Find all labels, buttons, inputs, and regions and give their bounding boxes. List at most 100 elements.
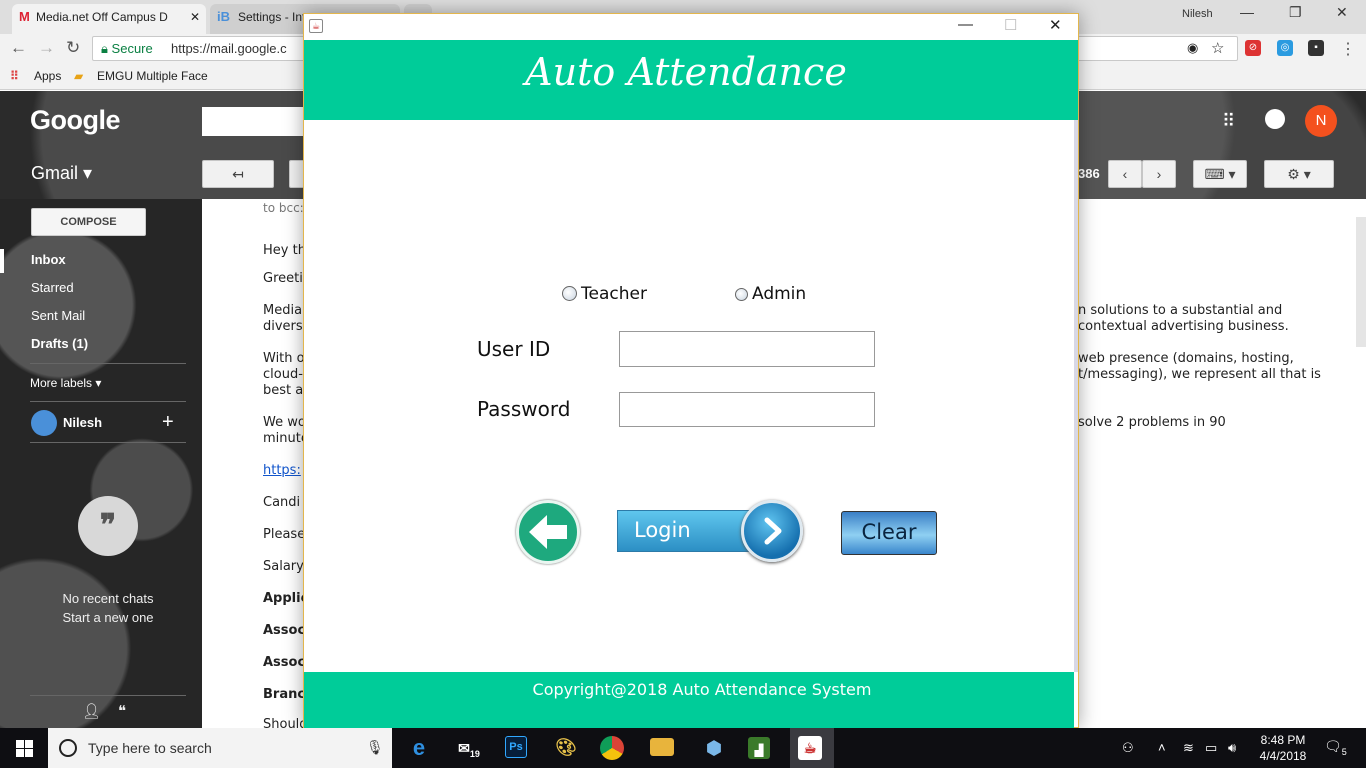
- taskbar-search-input[interactable]: Type here to search 🎙︎: [48, 728, 392, 768]
- gear-icon[interactable]: ⚙ ▾: [1264, 160, 1334, 188]
- login-arrow-button[interactable]: [741, 500, 803, 562]
- teacher-radio[interactable]: Teacher: [562, 284, 647, 304]
- email-text: Hey th: [263, 243, 306, 258]
- sidebar-item-more-labels[interactable]: More labels ▾: [30, 376, 101, 390]
- gmail-search-input[interactable]: [202, 107, 312, 136]
- tab-favicon-icon: iB: [217, 9, 230, 24]
- paint-icon[interactable]: 🎨︎: [552, 734, 580, 762]
- back-icon[interactable]: ←: [10, 38, 27, 58]
- extension-icon[interactable]: ▪: [1308, 40, 1324, 56]
- edge-icon[interactable]: e: [405, 734, 433, 762]
- url-text[interactable]: https://mail.google.c: [171, 41, 287, 56]
- user-name[interactable]: Nilesh: [63, 415, 102, 430]
- chrome-icon[interactable]: [600, 736, 624, 760]
- restore-icon[interactable]: ❐: [1289, 4, 1302, 21]
- email-text: minute: [263, 431, 309, 446]
- folder-icon: ▰: [74, 69, 84, 83]
- menu-icon[interactable]: ⋮: [1340, 39, 1356, 59]
- extension-icon[interactable]: ◎: [1277, 40, 1293, 56]
- chevron-up-icon[interactable]: ˄: [1158, 740, 1166, 755]
- compose-button[interactable]: COMPOSE: [31, 208, 146, 236]
- photoshop-icon[interactable]: Ps: [505, 736, 527, 758]
- gmail-favicon-icon: M: [19, 9, 30, 24]
- admin-radio[interactable]: Admin: [735, 284, 806, 304]
- login-button[interactable]: Login: [617, 500, 803, 564]
- email-text: With o: [263, 351, 305, 366]
- volume-icon[interactable]: 🔊︎: [1228, 740, 1236, 756]
- app-titlebar[interactable]: ☕︎ — ☐ ✕: [304, 14, 1078, 40]
- mail-icon[interactable]: ✉19: [455, 734, 483, 762]
- bookmark-apps[interactable]: Apps: [34, 69, 61, 83]
- clear-button[interactable]: Clear: [841, 511, 937, 555]
- chart-app-icon[interactable]: ▟: [748, 737, 770, 759]
- user-id-input[interactable]: [619, 331, 875, 367]
- battery-icon[interactable]: ▭: [1205, 740, 1217, 756]
- sidebar-item-starred[interactable]: Starred: [31, 280, 74, 295]
- profile-name[interactable]: Nilesh: [1182, 8, 1213, 20]
- keyboard-icon[interactable]: ⌨ ▾: [1193, 160, 1247, 188]
- avatar[interactable]: N: [1305, 105, 1337, 137]
- chat-bubble-icon[interactable]: ❝: [118, 702, 126, 720]
- secure-badge[interactable]: 🔒︎ Secure: [101, 41, 153, 57]
- people-icon[interactable]: ⚇: [1122, 740, 1134, 756]
- star-icon[interactable]: ☆: [1211, 39, 1224, 57]
- tab-medianet[interactable]: M Media.net Off Campus D ✕: [12, 4, 206, 34]
- person-icon[interactable]: 👤︎: [82, 702, 101, 720]
- eye-icon[interactable]: ◉: [1187, 40, 1198, 56]
- bell-icon[interactable]: [1265, 109, 1285, 129]
- java-icon: ☕︎: [309, 19, 323, 33]
- wifi-icon[interactable]: ≋: [1183, 740, 1194, 756]
- sidebar-item-inbox[interactable]: Inbox: [31, 252, 66, 267]
- email-text: contextual advertising business.: [1078, 319, 1289, 334]
- add-icon[interactable]: +: [162, 411, 174, 434]
- divider: [30, 401, 186, 402]
- microphone-icon[interactable]: 🎙︎: [366, 739, 384, 756]
- sidebar-item-drafts[interactable]: Drafts (1): [31, 336, 88, 351]
- close-window-icon[interactable]: ✕: [1049, 16, 1062, 34]
- start-new-chat-link[interactable]: Start a new one: [0, 608, 216, 627]
- file-explorer-icon[interactable]: [650, 738, 674, 756]
- no-chats-text: No recent chats: [62, 591, 154, 606]
- radio-circle-icon[interactable]: [735, 288, 748, 301]
- reload-icon[interactable]: ↻: [66, 38, 80, 58]
- close-icon[interactable]: ✕: [190, 4, 200, 30]
- bookmark-emgu[interactable]: EMGU Multiple Face: [97, 69, 208, 83]
- user-avatar[interactable]: [31, 410, 57, 436]
- tab-title: Settings - Int: [238, 10, 306, 24]
- email-text: Assoc: [263, 623, 306, 638]
- maximize-icon[interactable]: ☐: [1004, 16, 1017, 34]
- extension-icon[interactable]: ⊘: [1245, 40, 1261, 56]
- email-text: cloud-: [263, 367, 303, 382]
- back-button[interactable]: [516, 500, 580, 564]
- minimize-icon[interactable]: —: [958, 16, 973, 33]
- active-marker: [0, 249, 4, 273]
- google-logo[interactable]: Google: [30, 105, 121, 136]
- apps-grid-bookmark-icon[interactable]: ⠿: [10, 69, 19, 83]
- hangouts-quote-icon: ❞: [78, 496, 138, 556]
- copyright-text: Copyright@2018 Auto Attendance System: [532, 680, 872, 699]
- windows-start-icon[interactable]: [16, 740, 33, 757]
- back-to-inbox-button[interactable]: ↤: [202, 160, 274, 188]
- apps-grid-icon[interactable]: ⠿: [1222, 111, 1235, 132]
- email-count: 386: [1078, 166, 1100, 181]
- clock[interactable]: 8:48 PM 4/4/2018: [1255, 732, 1311, 764]
- scrollbar[interactable]: [1356, 217, 1366, 347]
- forward-icon[interactable]: →: [38, 38, 55, 58]
- gmail-menu-label[interactable]: Gmail ▾: [31, 163, 92, 184]
- close-window-icon[interactable]: ✕: [1336, 4, 1348, 21]
- minimize-icon[interactable]: —: [1240, 4, 1254, 20]
- email-link[interactable]: https:: [263, 463, 301, 478]
- app-footer: Copyright@2018 Auto Attendance System: [304, 672, 1074, 728]
- older-button[interactable]: ‹: [1108, 160, 1142, 188]
- sidebar-item-sent[interactable]: Sent Mail: [31, 308, 85, 323]
- virtualbox-icon[interactable]: ⬢: [700, 734, 728, 762]
- divider: [30, 442, 186, 443]
- radio-circle-icon[interactable]: [562, 286, 577, 301]
- email-text: web presence (domains, hosting,: [1078, 351, 1294, 366]
- newer-button[interactable]: ›: [1142, 160, 1176, 188]
- notification-icon[interactable]: 🗨︎5: [1324, 738, 1347, 757]
- email-text: divers: [263, 319, 303, 334]
- password-input[interactable]: [619, 392, 875, 427]
- java-app-icon[interactable]: ☕︎: [798, 736, 822, 760]
- email-text: n solutions to a substantial and: [1078, 303, 1283, 318]
